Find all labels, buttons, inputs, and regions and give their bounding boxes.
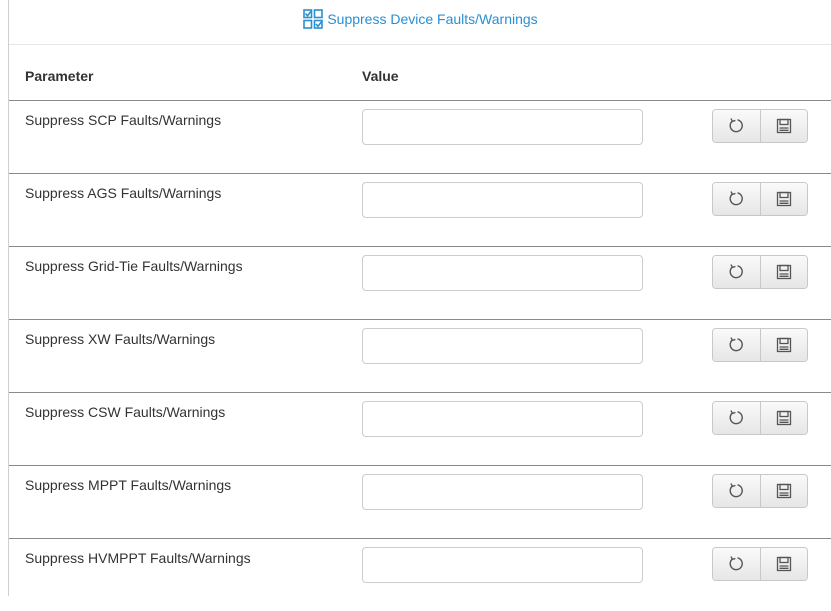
row-actions — [712, 401, 808, 435]
refresh-icon — [727, 336, 745, 354]
refresh-icon — [727, 117, 745, 135]
refresh-button[interactable] — [713, 256, 760, 288]
save-icon — [776, 191, 792, 207]
panel-header: Suppress Device Faults/Warnings — [9, 0, 831, 45]
parameter-label: Suppress CSW Faults/Warnings — [25, 404, 226, 420]
column-header-parameter: Parameter — [25, 68, 94, 84]
refresh-icon — [727, 482, 745, 500]
parameter-label: Suppress XW Faults/Warnings — [25, 331, 216, 347]
table-row: Suppress Grid-Tie Faults/Warnings — [9, 246, 831, 319]
row-actions — [712, 255, 808, 289]
refresh-icon — [727, 409, 745, 427]
value-input[interactable] — [362, 474, 643, 510]
save-button[interactable] — [759, 548, 807, 580]
save-icon — [776, 337, 792, 353]
value-input[interactable] — [362, 182, 643, 218]
refresh-button[interactable] — [713, 402, 760, 434]
row-actions — [712, 547, 808, 581]
value-input[interactable] — [362, 255, 643, 291]
parameter-label: Suppress AGS Faults/Warnings — [25, 185, 222, 201]
refresh-icon — [727, 190, 745, 208]
save-icon — [776, 118, 792, 134]
refresh-icon — [727, 263, 745, 281]
table-row: Suppress AGS Faults/Warnings — [9, 173, 831, 246]
row-actions — [712, 474, 808, 508]
refresh-icon — [727, 555, 745, 573]
value-input[interactable] — [362, 109, 643, 145]
refresh-button[interactable] — [713, 329, 760, 361]
save-button[interactable] — [759, 183, 807, 215]
row-actions — [712, 182, 808, 216]
parameter-label: Suppress HVMPPT Faults/Warnings — [25, 550, 251, 566]
column-header-value: Value — [362, 68, 399, 84]
save-button[interactable] — [759, 402, 807, 434]
panel-title-group: Suppress Device Faults/Warnings — [303, 9, 538, 29]
value-input[interactable] — [362, 328, 643, 364]
save-icon — [776, 483, 792, 499]
table-row: Suppress XW Faults/Warnings — [9, 319, 831, 392]
row-actions — [712, 109, 808, 143]
refresh-button[interactable] — [713, 110, 760, 142]
settings-panel: Suppress Device Faults/Warnings Paramete… — [8, 0, 831, 596]
save-button[interactable] — [759, 329, 807, 361]
parameter-label: Suppress SCP Faults/Warnings — [25, 112, 222, 128]
refresh-button[interactable] — [713, 183, 760, 215]
page-title: Suppress Device Faults/Warnings — [327, 11, 538, 27]
parameter-label: Suppress MPPT Faults/Warnings — [25, 477, 232, 493]
checkbox-grid-icon — [303, 9, 324, 29]
save-button[interactable] — [759, 110, 807, 142]
table-row: Suppress MPPT Faults/Warnings — [9, 465, 831, 538]
table-row: Suppress CSW Faults/Warnings — [9, 392, 831, 465]
save-button[interactable] — [759, 475, 807, 507]
row-actions — [712, 328, 808, 362]
refresh-button[interactable] — [713, 548, 760, 580]
save-icon — [776, 264, 792, 280]
refresh-button[interactable] — [713, 475, 760, 507]
table-row: Suppress HVMPPT Faults/Warnings — [9, 538, 831, 611]
table-row: Suppress SCP Faults/Warnings — [9, 100, 831, 173]
save-button[interactable] — [759, 256, 807, 288]
value-input[interactable] — [362, 547, 643, 583]
value-input[interactable] — [362, 401, 643, 437]
parameter-label: Suppress Grid-Tie Faults/Warnings — [25, 258, 243, 274]
save-icon — [776, 410, 792, 426]
save-icon — [776, 556, 792, 572]
